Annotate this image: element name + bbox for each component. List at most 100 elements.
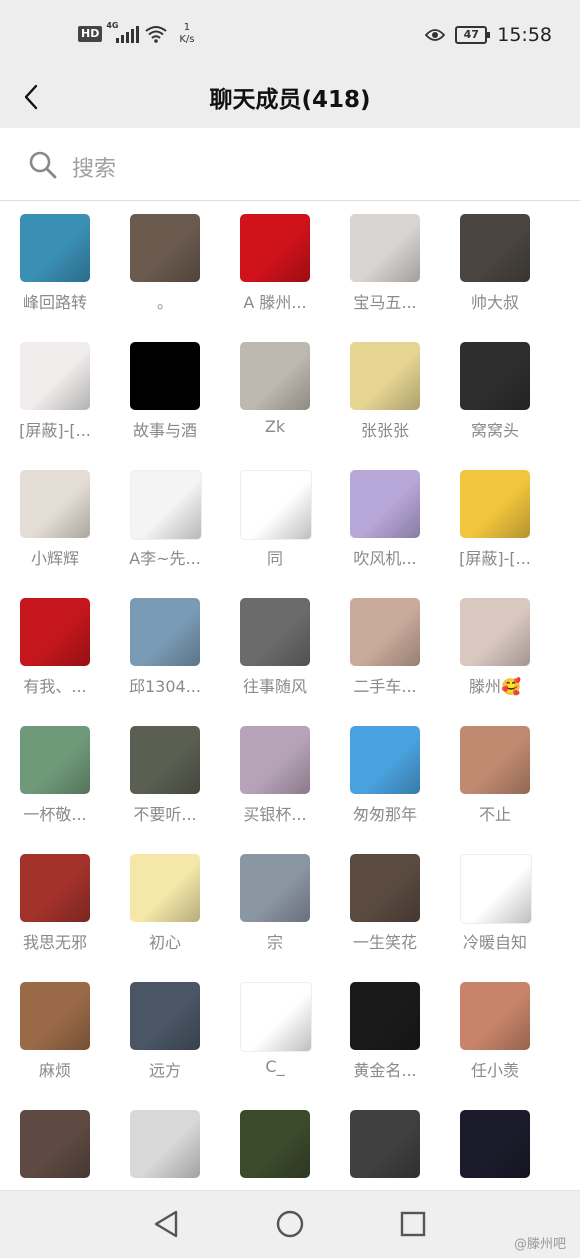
member-item[interactable]: 吹风机... — [330, 470, 440, 598]
back-triangle-icon[interactable] — [152, 1209, 180, 1239]
net-speed-unit: K/s — [179, 34, 195, 45]
member-avatar[interactable] — [350, 470, 420, 538]
member-avatar[interactable] — [350, 982, 420, 1050]
member-avatar[interactable] — [20, 470, 90, 538]
search-icon — [29, 151, 57, 179]
member-avatar[interactable] — [20, 982, 90, 1050]
member-item[interactable]: A李~先... — [110, 470, 220, 598]
member-avatar[interactable] — [350, 726, 420, 794]
member-name: 邱1304... — [129, 677, 201, 696]
search-input[interactable]: 搜索 — [72, 151, 116, 183]
member-avatar[interactable] — [20, 726, 90, 794]
network-type: 4G — [106, 21, 119, 30]
member-item[interactable]: 宝马五... — [330, 214, 440, 342]
member-item[interactable]: 冷暖自知 — [440, 854, 550, 982]
member-item[interactable]: [屏蔽]-[... — [0, 342, 110, 470]
member-item[interactable]: 张张张 — [330, 342, 440, 470]
member-avatar[interactable] — [460, 726, 530, 794]
member-item[interactable]: 邱1304... — [110, 598, 220, 726]
member-item[interactable]: 初心 — [110, 854, 220, 982]
member-avatar[interactable] — [130, 342, 200, 410]
member-item[interactable]: 滕州🥰 — [440, 598, 550, 726]
member-item[interactable]: 匆匆那年 — [330, 726, 440, 854]
header: 聊天成员(418) — [0, 70, 580, 128]
member-avatar[interactable] — [130, 214, 200, 282]
member-avatar[interactable] — [240, 342, 310, 410]
battery-icon: 47 — [455, 26, 491, 44]
member-item[interactable]: 同 — [220, 470, 330, 598]
member-name: 远方 — [148, 1061, 181, 1080]
member-item[interactable]: 不要听... — [110, 726, 220, 854]
member-item[interactable]: 麻烦 — [0, 982, 110, 1110]
member-avatar[interactable] — [460, 342, 530, 410]
member-name: 一杯敬... — [23, 805, 87, 824]
member-item[interactable]: 往事随风 — [220, 598, 330, 726]
member-item[interactable]: 任小羡 — [440, 982, 550, 1110]
member-avatar[interactable] — [460, 598, 530, 666]
member-name: Zk — [264, 417, 286, 436]
member-avatar[interactable] — [240, 726, 310, 794]
member-avatar[interactable] — [130, 1110, 200, 1178]
member-avatar[interactable] — [130, 598, 200, 666]
status-right: 47 15:58 — [425, 24, 552, 46]
member-item[interactable]: 远方 — [110, 982, 220, 1110]
member-item[interactable]: 有我、... — [0, 598, 110, 726]
member-item[interactable]: 黄金名... — [330, 982, 440, 1110]
member-name: 一生笑花 — [352, 933, 417, 952]
member-avatar[interactable] — [130, 982, 200, 1050]
member-avatar[interactable] — [350, 854, 420, 922]
member-name: 不止 — [478, 805, 511, 824]
member-avatar[interactable] — [240, 854, 310, 922]
member-avatar[interactable] — [130, 726, 200, 794]
member-avatar[interactable] — [130, 470, 202, 540]
member-item[interactable]: 一生笑花 — [330, 854, 440, 982]
member-item[interactable]: 买银杯... — [220, 726, 330, 854]
member-avatar[interactable] — [350, 214, 420, 282]
member-avatar[interactable] — [240, 1110, 310, 1178]
member-avatar[interactable] — [130, 854, 200, 922]
member-name: 匆匆那年 — [352, 805, 417, 824]
member-item[interactable]: 窝窝头 — [440, 342, 550, 470]
member-item[interactable]: C_ — [220, 982, 330, 1110]
member-avatar[interactable] — [20, 1110, 90, 1178]
member-item[interactable]: 。 — [110, 214, 220, 342]
member-item[interactable]: 峰回路转 — [0, 214, 110, 342]
member-item[interactable]: 一杯敬... — [0, 726, 110, 854]
search-bar[interactable]: 搜索 — [0, 128, 580, 201]
member-avatar[interactable] — [240, 598, 310, 666]
member-avatar[interactable] — [240, 982, 312, 1052]
member-avatar[interactable] — [240, 470, 312, 540]
system-nav-bar: @滕州吧 — [0, 1190, 580, 1258]
member-item[interactable]: 二手车... — [330, 598, 440, 726]
home-circle-icon[interactable] — [275, 1209, 305, 1239]
member-avatar[interactable] — [350, 1110, 420, 1178]
member-avatar[interactable] — [240, 214, 310, 282]
member-avatar[interactable] — [460, 1110, 530, 1178]
member-avatar[interactable] — [350, 342, 420, 410]
member-name: 帅大叔 — [470, 293, 519, 312]
member-avatar[interactable] — [350, 598, 420, 666]
member-item[interactable]: [屏蔽]-[... — [440, 470, 550, 598]
member-item[interactable]: 帅大叔 — [440, 214, 550, 342]
member-avatar[interactable] — [20, 598, 90, 666]
member-item[interactable]: A 滕州... — [220, 214, 330, 342]
member-item[interactable]: 故事与酒 — [110, 342, 220, 470]
member-item[interactable]: 我思无邪 — [0, 854, 110, 982]
member-name: 滕州🥰 — [469, 677, 521, 696]
member-item[interactable]: 不止 — [440, 726, 550, 854]
member-name: [屏蔽]-[... — [459, 549, 531, 568]
recents-square-icon[interactable] — [399, 1209, 427, 1239]
member-avatar[interactable] — [460, 854, 532, 924]
member-item[interactable]: Zk — [220, 342, 330, 470]
member-avatar[interactable] — [20, 214, 90, 282]
member-avatar[interactable] — [460, 982, 530, 1050]
member-avatar[interactable] — [20, 342, 90, 410]
member-name: 往事随风 — [242, 677, 307, 696]
member-avatar[interactable] — [460, 470, 530, 538]
member-name: 初心 — [148, 933, 181, 952]
member-name: 麻烦 — [38, 1061, 71, 1080]
member-item[interactable]: 宗 — [220, 854, 330, 982]
member-avatar[interactable] — [460, 214, 530, 282]
member-item[interactable]: 小辉辉 — [0, 470, 110, 598]
member-avatar[interactable] — [20, 854, 90, 922]
